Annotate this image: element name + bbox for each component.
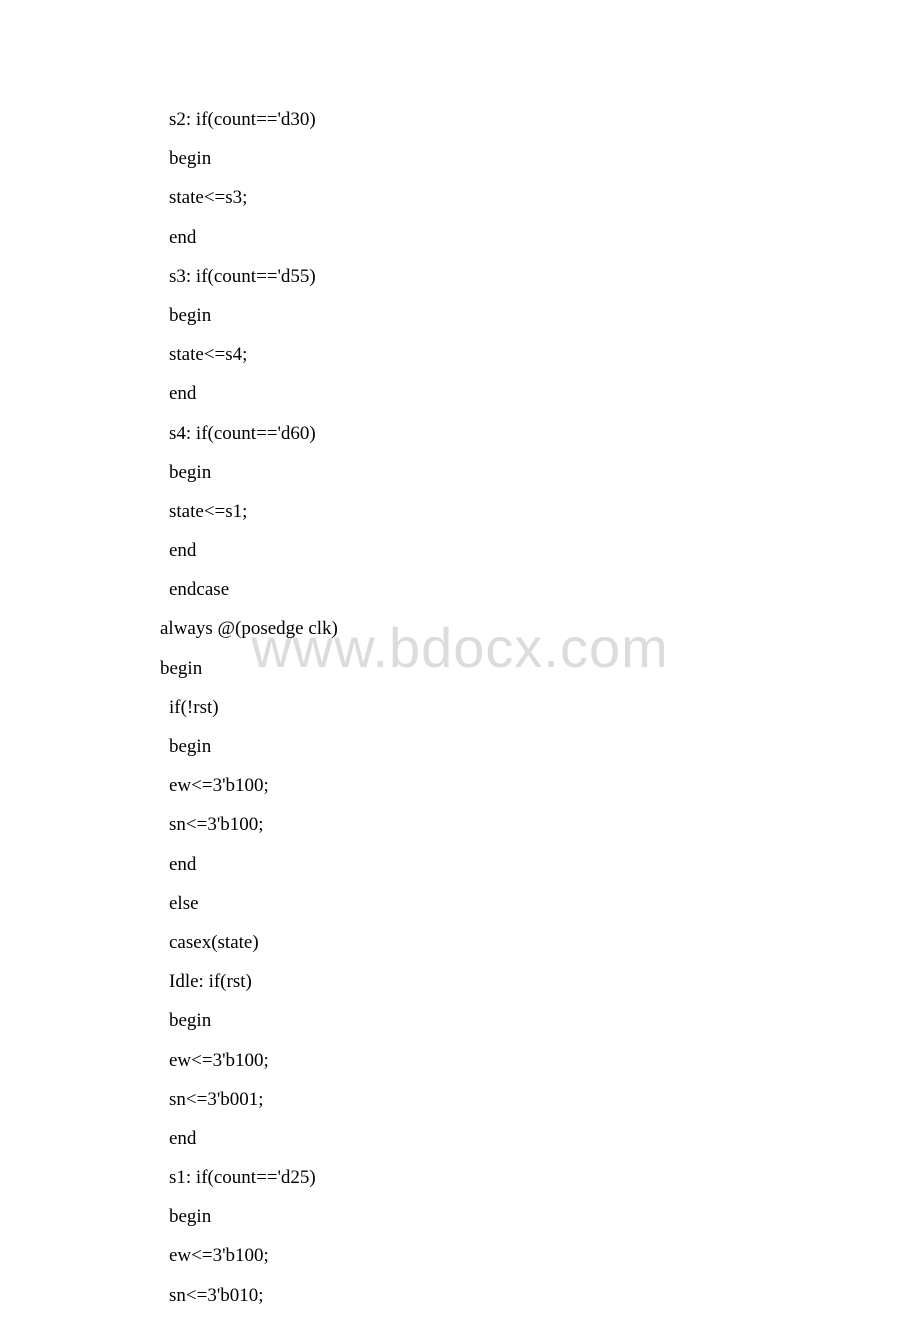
- code-line: state<=s1;: [160, 502, 800, 521]
- code-line: always @(posedge clk): [160, 619, 800, 638]
- code-line: s4: if(count=='d60): [160, 424, 800, 443]
- code-line: s2: if(count=='d30): [160, 110, 800, 129]
- code-line: ew<=3'b100;: [160, 1051, 800, 1070]
- code-line: begin: [160, 737, 800, 756]
- code-line: sn<=3'b100;: [160, 815, 800, 834]
- code-line: endcase: [160, 580, 800, 599]
- code-line: sn<=3'b001;: [160, 1090, 800, 1109]
- code-line: begin: [160, 659, 800, 678]
- code-line: end: [160, 228, 800, 247]
- code-line: begin: [160, 1207, 800, 1226]
- code-line: if(!rst): [160, 698, 800, 717]
- code-line: state<=s4;: [160, 345, 800, 364]
- code-line: ew<=3'b100;: [160, 1246, 800, 1265]
- code-line: casex(state): [160, 933, 800, 952]
- code-line: Idle: if(rst): [160, 972, 800, 991]
- code-line: ew<=3'b100;: [160, 776, 800, 795]
- code-line: begin: [160, 306, 800, 325]
- code-line: end: [160, 541, 800, 560]
- code-line: state<=s3;: [160, 188, 800, 207]
- code-content: s2: if(count=='d30) begin state<=s3; end…: [160, 110, 800, 1325]
- code-line: s3: if(count=='d55): [160, 267, 800, 286]
- code-line: end: [160, 855, 800, 874]
- code-line: end: [160, 1129, 800, 1148]
- code-line: begin: [160, 1011, 800, 1030]
- code-line: end: [160, 384, 800, 403]
- code-line: begin: [160, 149, 800, 168]
- code-line: else: [160, 894, 800, 913]
- code-line: s1: if(count=='d25): [160, 1168, 800, 1187]
- code-line: begin: [160, 463, 800, 482]
